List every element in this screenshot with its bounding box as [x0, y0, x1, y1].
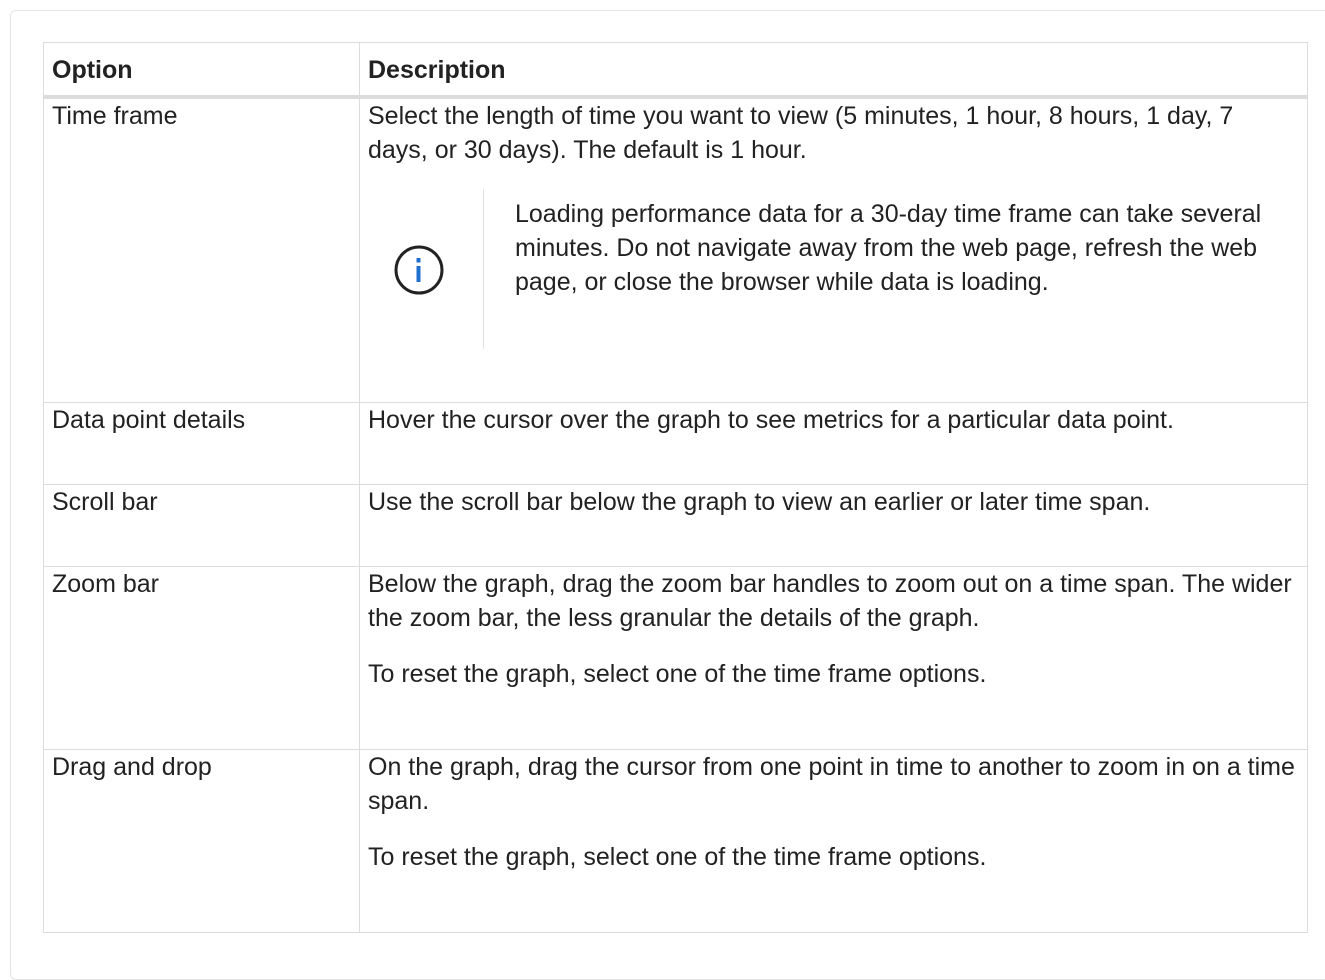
- option-cell: Scroll bar: [43, 484, 360, 567]
- option-label: Scroll bar: [52, 488, 158, 516]
- option-label: Data point details: [52, 406, 246, 434]
- info-note: Loading performance data for a 30-day ti…: [368, 188, 1299, 349]
- options-table: Option Description Time frame Select the…: [43, 42, 1308, 933]
- description-text: Select the length of time you want to vi…: [368, 101, 1234, 164]
- column-header-description: Description: [359, 42, 1308, 99]
- column-header-option: Option: [43, 42, 360, 99]
- description-extra-text: To reset the graph, select one of the ti…: [368, 843, 987, 871]
- description-cell: Hover the cursor over the graph to see m…: [359, 402, 1308, 485]
- description-extra-text: To reset the graph, select one of the ti…: [368, 660, 987, 688]
- option-label: Time frame: [52, 101, 178, 130]
- table-row: Zoom bar Below the graph, drag the zoom …: [43, 566, 1308, 750]
- table-row: Drag and drop On the graph, drag the cur…: [43, 749, 1308, 933]
- description-cell: Below the graph, drag the zoom bar handl…: [359, 566, 1308, 750]
- table-row: Time frame Select the length of time you…: [43, 96, 1308, 403]
- description-cell: Select the length of time you want to vi…: [359, 96, 1308, 403]
- option-cell: Zoom bar: [43, 566, 360, 750]
- description-text: Below the graph, drag the zoom bar handl…: [368, 570, 1292, 632]
- option-cell: Data point details: [43, 402, 360, 485]
- note-text: Loading performance data for a 30-day ti…: [515, 199, 1262, 296]
- option-label: Zoom bar: [52, 570, 159, 598]
- description-cell: On the graph, drag the cursor from one p…: [359, 749, 1308, 933]
- table-row: Data point details Hover the cursor over…: [43, 402, 1308, 485]
- option-cell: Drag and drop: [43, 749, 360, 933]
- info-icon: [394, 245, 444, 295]
- table-header-row: Option Description: [43, 42, 1308, 99]
- description-text: Hover the cursor over the graph to see m…: [368, 406, 1174, 434]
- description-cell: Use the scroll bar below the graph to vi…: [359, 484, 1308, 567]
- option-cell: Time frame: [43, 96, 360, 403]
- option-label: Drag and drop: [52, 753, 212, 781]
- table-row: Scroll bar Use the scroll bar below the …: [43, 484, 1308, 567]
- description-text: On the graph, drag the cursor from one p…: [368, 753, 1295, 815]
- description-text: Use the scroll bar below the graph to vi…: [368, 488, 1151, 516]
- note-divider: [483, 188, 484, 349]
